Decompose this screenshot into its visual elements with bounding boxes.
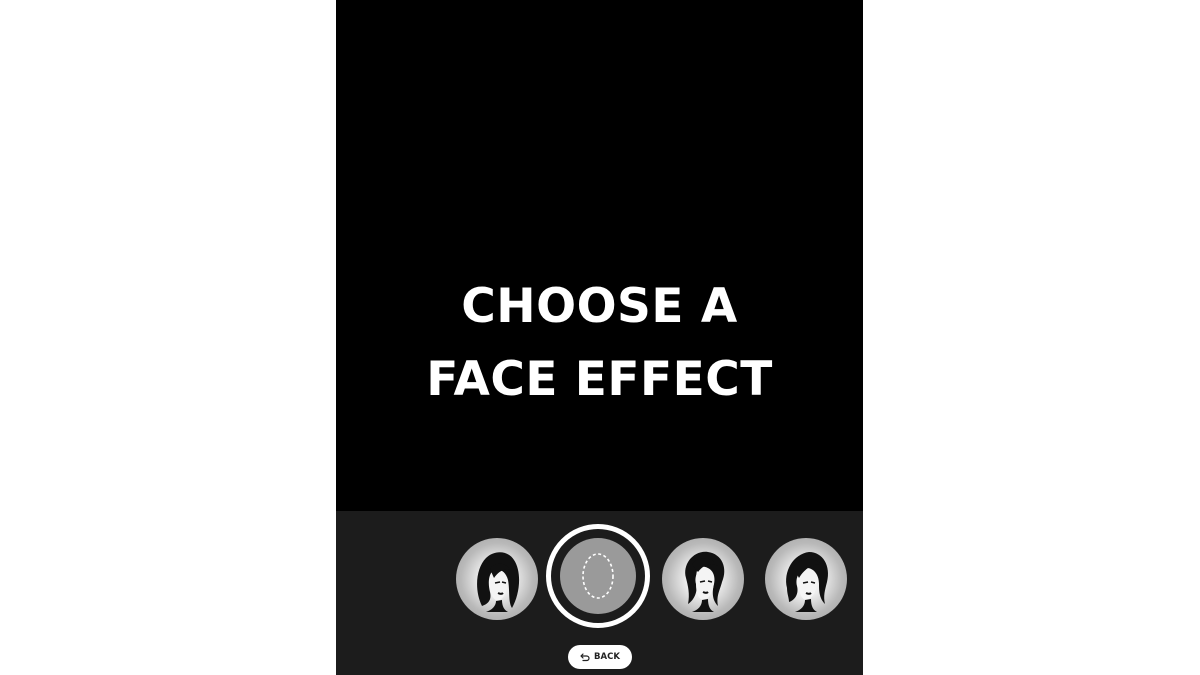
no-effect-face-outline-icon xyxy=(560,538,636,614)
headline-line-1: CHOOSE A xyxy=(461,279,738,334)
back-button-label: BACK xyxy=(594,652,620,662)
face-effect-screen: CHOOSE A FACE EFFECT BACK xyxy=(336,0,863,675)
instruction-headline: CHOOSE A FACE EFFECT xyxy=(336,270,863,416)
effect-option-3[interactable] xyxy=(662,538,744,620)
woman-face-wavy-hair-icon xyxy=(685,551,725,612)
woman-face-swept-hair-icon xyxy=(786,552,829,612)
camera-preview: CHOOSE A FACE EFFECT xyxy=(336,0,863,511)
woman-face-long-hair-icon xyxy=(477,552,520,612)
return-arrow-icon xyxy=(580,653,590,662)
effect-option-2-selected[interactable] xyxy=(546,524,650,628)
headline-line-2: FACE EFFECT xyxy=(426,352,773,407)
effect-option-4[interactable] xyxy=(765,538,847,620)
effects-carousel: BACK xyxy=(336,511,863,675)
back-button[interactable]: BACK xyxy=(568,645,632,669)
effect-option-1[interactable] xyxy=(456,538,538,620)
